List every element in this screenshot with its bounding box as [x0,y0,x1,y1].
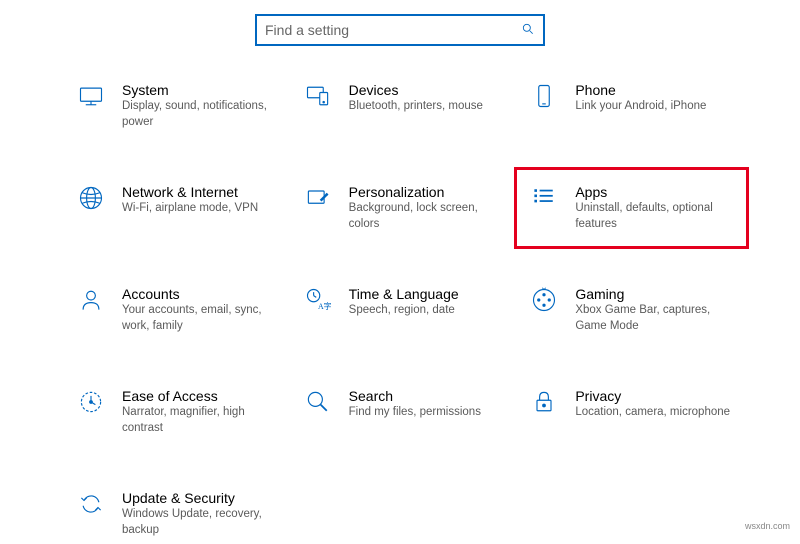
category-title: Devices [349,82,483,98]
category-accounts[interactable]: AccountsYour accounts, email, sync, work… [70,280,287,340]
category-title: Time & Language [349,286,459,302]
category-title: Ease of Access [122,388,282,404]
watermark: wsxdn.com [745,521,790,531]
svg-text:A字: A字 [318,301,332,311]
category-title: Privacy [575,388,730,404]
system-icon [74,82,108,116]
category-desc: Display, sound, notifications, power [122,99,282,130]
category-desc: Find my files, permissions [349,405,481,421]
devices-icon [301,82,335,116]
ease-icon [74,388,108,422]
search-icon [301,388,335,422]
search-box[interactable] [255,14,545,46]
category-title: Gaming [575,286,735,302]
category-update[interactable]: Update & SecurityWindows Update, recover… [70,484,287,544]
category-desc: Speech, region, date [349,303,459,319]
category-desc: Location, camera, microphone [575,405,730,421]
category-title: System [122,82,282,98]
network-icon [74,184,108,218]
search-input[interactable] [265,22,521,38]
category-title: Update & Security [122,490,282,506]
category-desc: Link your Android, iPhone [575,99,706,115]
category-desc: Bluetooth, printers, mouse [349,99,483,115]
category-title: Phone [575,82,706,98]
apps-icon [527,184,561,218]
category-title: Search [349,388,481,404]
category-title: Accounts [122,286,282,302]
search-icon [521,22,535,39]
phone-icon [527,82,561,116]
category-system[interactable]: SystemDisplay, sound, notifications, pow… [70,76,287,136]
category-desc: Your accounts, email, sync, work, family [122,303,282,334]
category-desc: Background, lock screen, colors [349,201,509,232]
time-icon: A字 [301,286,335,320]
personalization-icon [301,184,335,218]
category-desc: Windows Update, recovery, backup [122,507,282,538]
category-gaming[interactable]: GamingXbox Game Bar, captures, Game Mode [523,280,740,340]
category-desc: Wi-Fi, airplane mode, VPN [122,201,258,217]
category-desc: Narrator, magnifier, high contrast [122,405,282,436]
category-desc: Uninstall, defaults, optional features [575,201,735,232]
gaming-icon [527,286,561,320]
category-phone[interactable]: PhoneLink your Android, iPhone [523,76,740,136]
category-apps[interactable]: AppsUninstall, defaults, optional featur… [514,167,749,249]
update-icon [74,490,108,524]
category-title: Personalization [349,184,509,200]
category-title: Network & Internet [122,184,258,200]
category-devices[interactable]: DevicesBluetooth, printers, mouse [297,76,514,136]
privacy-icon [527,388,561,422]
category-privacy[interactable]: PrivacyLocation, camera, microphone [523,382,740,442]
category-network[interactable]: Network & InternetWi-Fi, airplane mode, … [70,178,287,238]
category-ease[interactable]: Ease of AccessNarrator, magnifier, high … [70,382,287,442]
accounts-icon [74,286,108,320]
category-personalization[interactable]: PersonalizationBackground, lock screen, … [297,178,514,238]
category-desc: Xbox Game Bar, captures, Game Mode [575,303,735,334]
category-time[interactable]: A字 Time & LanguageSpeech, region, date [297,280,514,340]
category-title: Apps [575,184,735,200]
category-search[interactable]: SearchFind my files, permissions [297,382,514,442]
